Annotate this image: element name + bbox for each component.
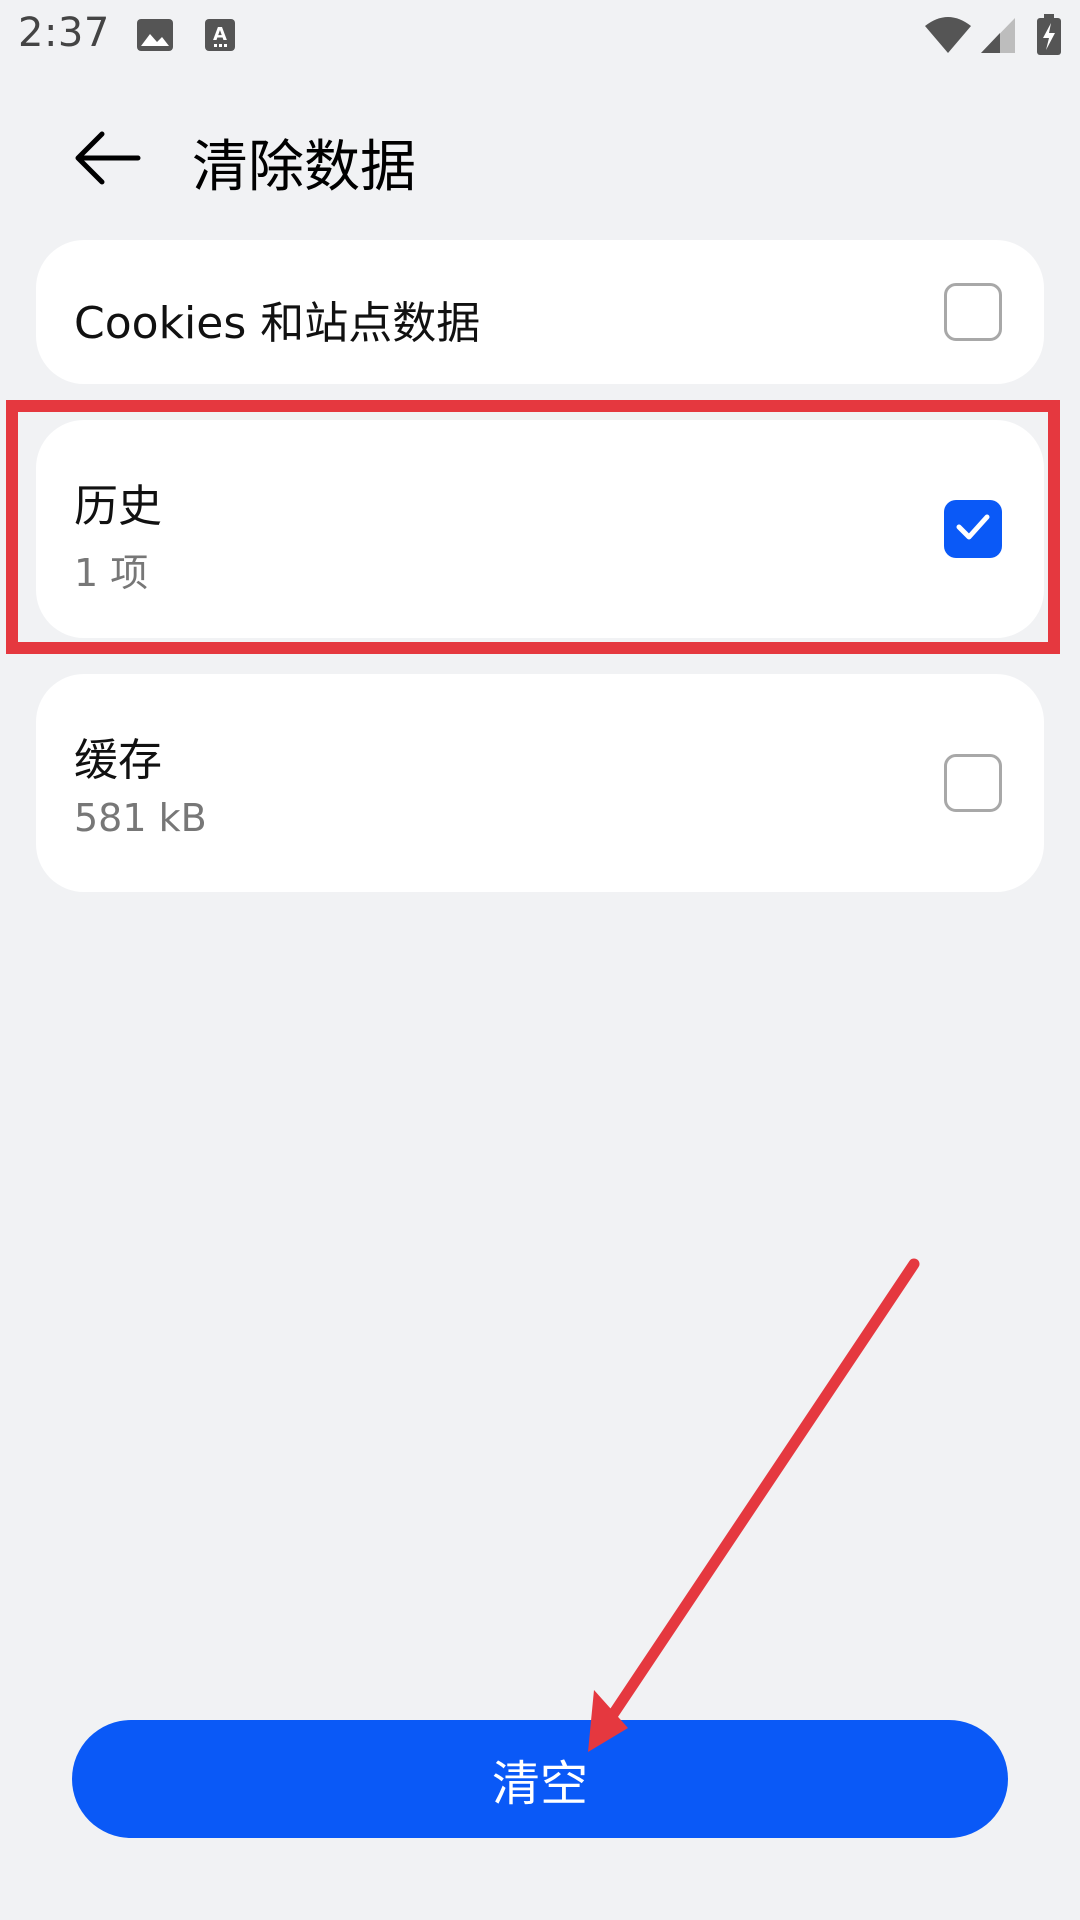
svg-text:A: A — [213, 24, 227, 45]
option-cache-row[interactable]: 缓存 581 kB — [36, 674, 1044, 892]
wifi-icon — [924, 16, 972, 58]
option-cache-checkbox[interactable] — [944, 754, 1002, 812]
clear-button-label: 清空 — [491, 1756, 588, 1812]
image-icon — [136, 18, 174, 56]
clear-button[interactable]: 清空 — [72, 1720, 1008, 1838]
arrow-left-icon — [72, 128, 144, 192]
option-cache-detail: 581 kB — [74, 796, 207, 840]
page-title: 清除数据 — [192, 135, 416, 200]
keyboard-a-icon: A — [204, 18, 236, 56]
option-cookies-row[interactable]: Cookies 和站点数据 — [36, 240, 1044, 384]
option-cookies-checkbox[interactable] — [944, 283, 1002, 341]
status-time: 2:37 — [18, 10, 110, 56]
option-cache-label: 缓存 — [74, 735, 162, 786]
signal-icon — [980, 16, 1016, 58]
battery-charging-icon — [1036, 14, 1062, 60]
back-button[interactable] — [60, 112, 156, 208]
status-bar: 2:37 A — [0, 0, 1080, 70]
option-cookies-label: Cookies 和站点数据 — [74, 298, 481, 349]
highlight-annotation — [6, 400, 1060, 654]
